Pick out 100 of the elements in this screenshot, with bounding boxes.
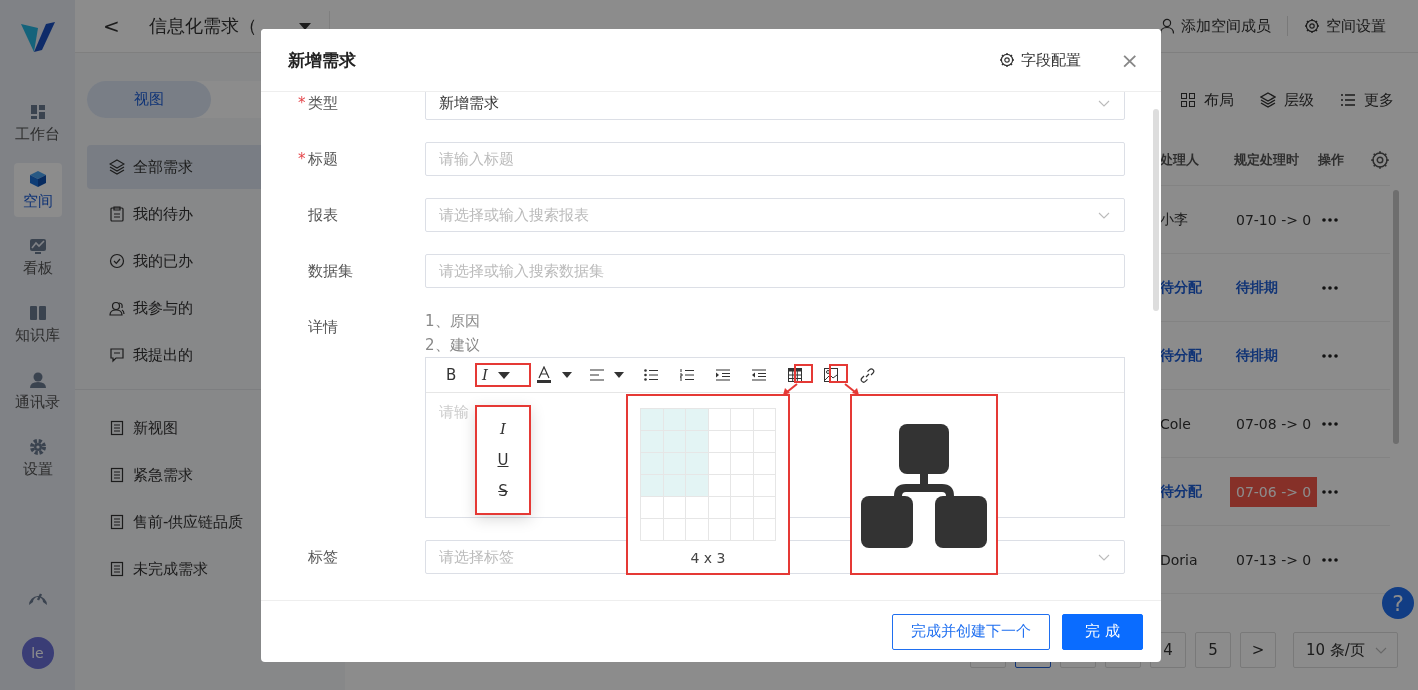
done-and-next-button[interactable]: 完成并创建下一个 [892,613,1051,650]
space-title: 信息化需求（ [149,14,258,38]
sidebar-item[interactable]: 紧急需求 [87,453,345,497]
caret-icon [497,371,510,379]
grid-cell[interactable] [686,453,709,475]
grid-cell[interactable] [686,519,709,541]
grid-cell[interactable] [641,519,664,541]
grid-cell[interactable] [731,409,754,431]
select-field[interactable]: 新增需求 [425,92,1125,120]
field-config-button[interactable]: 字段配置 [998,50,1081,70]
table-link[interactable]: 待分配 [1160,482,1202,499]
page-size-select[interactable]: 10 条/页 [1293,632,1398,668]
toolbar-button[interactable]: 更多 [1340,87,1394,113]
grid-cell[interactable] [708,453,731,475]
done-button[interactable]: 完 成 [1062,613,1143,650]
grid-cell[interactable] [753,453,776,475]
cube-icon [28,169,47,188]
sitemap-icon [861,421,987,548]
grid-icon [1180,92,1196,108]
help-button[interactable]: ? [1382,587,1414,619]
toolbar-button[interactable]: 布局 [1180,87,1234,113]
toolbar-button[interactable]: 层级 [1260,87,1314,113]
grid-cell[interactable] [708,519,731,541]
chevron-down-icon [1098,99,1110,107]
chevron-down-icon [1098,211,1110,219]
grid-cell[interactable] [731,519,754,541]
grid-cell[interactable] [708,497,731,519]
back-button[interactable]: < [103,14,123,38]
grid-cell[interactable] [641,453,664,475]
grid-cell[interactable] [686,475,709,497]
grid-cell[interactable] [731,497,754,519]
table-link[interactable]: 待分配 [1160,278,1202,295]
chevron-down-icon [1375,646,1387,654]
style-option[interactable]: U [491,451,515,469]
table-link[interactable]: 待排期 [1236,346,1278,363]
grid-cell[interactable] [641,431,664,453]
template-line: 1、原因 [425,311,481,332]
add-member-button[interactable]: 添加空间成员 [1143,16,1287,36]
grid-cell[interactable] [663,519,686,541]
grid-cell[interactable] [708,409,731,431]
table-cell: 07-08 -> 0 [1236,415,1312,432]
grid-cell[interactable] [686,409,709,431]
grid-cell[interactable] [663,475,686,497]
grid-cell[interactable] [641,475,664,497]
nav-item[interactable]: 知识库 [13,297,62,351]
nav-item[interactable]: 空间 [13,163,62,217]
grid-cell[interactable] [708,475,731,497]
table-link[interactable]: 待分配 [1160,346,1202,363]
space-settings-button[interactable]: 空间设置 [1288,16,1418,36]
grid-cell[interactable] [753,409,776,431]
grid-cell[interactable] [753,475,776,497]
grid-cell[interactable] [731,453,754,475]
more-icon [1322,489,1338,494]
more-icon [1322,557,1338,562]
more-icon [1322,217,1338,222]
style-option[interactable]: I [494,419,512,438]
grid-cell[interactable] [731,431,754,453]
grid-cell[interactable] [686,431,709,453]
nav-item[interactable]: 工作台 [13,96,62,150]
grid-cell[interactable] [663,409,686,431]
settings-icon [1370,150,1390,170]
numbered-list-icon [680,369,694,381]
style-option[interactable]: S [492,482,514,501]
book-icon [28,303,47,322]
grid-cell[interactable] [686,497,709,519]
sidebar-item[interactable]: 售前-供应链品质 [87,500,345,544]
grid-cell[interactable] [731,475,754,497]
table-icon [788,368,802,382]
segment-tab[interactable]: 视图 [87,81,211,118]
indent-icon [716,369,730,381]
next-page-button[interactable]: > [1240,632,1276,668]
table-link[interactable]: 待排期 [1236,278,1278,295]
close-button[interactable]: × [1120,47,1139,73]
nav-item[interactable]: 看板 [13,230,62,284]
comment-icon [109,347,125,363]
annotation-box [475,363,531,387]
image-icon [824,368,838,382]
link-icon [860,367,875,383]
page-button[interactable]: 5 [1195,632,1231,668]
user-icon [1159,18,1175,34]
settings-icon [998,52,1015,68]
table-cell: 小李 [1160,210,1188,227]
document-icon [109,467,125,483]
grid-cell[interactable] [753,519,776,541]
more-icon [1322,421,1338,426]
grid-cell[interactable] [641,409,664,431]
nav-item[interactable]: 通讯录 [13,364,62,418]
grid-cell[interactable] [753,431,776,453]
grid-cell[interactable] [641,497,664,519]
table-cell: 07-13 -> 0 [1236,551,1312,568]
settings-icon [1304,18,1320,34]
user-avatar[interactable]: le [21,637,54,669]
grid-cell[interactable] [753,497,776,519]
nav-item[interactable]: 设置 [13,431,62,485]
grid-cell[interactable] [708,431,731,453]
grid-cell[interactable] [663,497,686,519]
bold-button[interactable]: B [446,363,482,387]
sidebar-item[interactable]: 新视图 [87,406,345,450]
italic-button[interactable]: I [482,363,536,387]
field-label: 数据集 [308,261,353,282]
